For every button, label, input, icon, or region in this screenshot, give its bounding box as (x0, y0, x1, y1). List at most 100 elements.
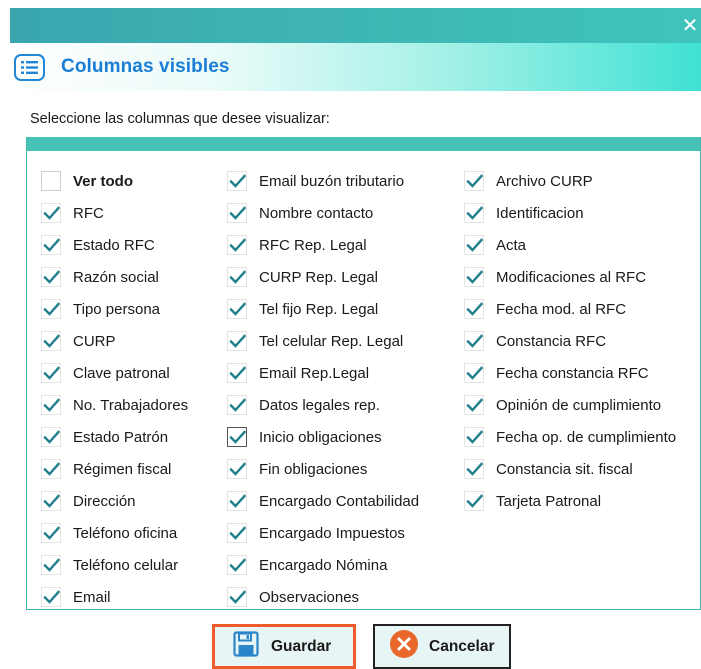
save-button[interactable]: Guardar (212, 624, 356, 669)
checkbox[interactable] (41, 555, 61, 575)
checkbox-item[interactable]: Email Rep.Legal (227, 357, 419, 389)
checkbox-item[interactable]: Email buzón tributario (227, 165, 419, 197)
checkbox-item[interactable]: Constancia sit. fiscal (464, 453, 676, 485)
checkbox-item[interactable]: CURP Rep. Legal (227, 261, 419, 293)
checkbox-item[interactable]: Constancia RFC (464, 325, 676, 357)
checkbox[interactable] (227, 395, 247, 415)
checkbox-item[interactable]: Fecha mod. al RFC (464, 293, 676, 325)
checkmark-icon (465, 494, 483, 508)
checkbox-item[interactable]: Tipo persona (41, 293, 188, 325)
checkmark-icon (42, 526, 60, 540)
checkbox-item[interactable]: Modificaciones al RFC (464, 261, 676, 293)
checkbox-label: Razón social (73, 268, 159, 286)
checkbox-label: Clave patronal (73, 364, 170, 382)
checkbox-item[interactable]: Inicio obligaciones (227, 421, 419, 453)
checkbox-item[interactable]: Archivo CURP (464, 165, 676, 197)
checkbox[interactable] (227, 587, 247, 607)
checkbox-column-2: Email buzón tributario Nombre contacto RFC… (227, 165, 419, 613)
checkbox-item[interactable]: Datos legales rep. (227, 389, 419, 421)
checkbox[interactable] (41, 171, 61, 191)
checkbox[interactable] (41, 267, 61, 287)
checkbox-item[interactable]: Teléfono oficina (41, 517, 188, 549)
checkbox-item[interactable]: Estado RFC (41, 229, 188, 261)
checkbox[interactable] (227, 267, 247, 287)
checkbox[interactable] (227, 235, 247, 255)
checkbox-label: CURP (73, 332, 116, 350)
checkbox[interactable] (464, 427, 484, 447)
checkbox[interactable] (464, 395, 484, 415)
checkbox-item[interactable]: Encargado Nómina (227, 549, 419, 581)
checkbox[interactable] (464, 363, 484, 383)
checkbox-item[interactable]: Clave patronal (41, 357, 188, 389)
checkbox-item[interactable]: CURP (41, 325, 188, 357)
checkbox-item[interactable]: Razón social (41, 261, 188, 293)
checkbox[interactable] (227, 523, 247, 543)
checkbox-item[interactable]: Opinión de cumplimiento (464, 389, 676, 421)
checkbox-item[interactable]: RFC Rep. Legal (227, 229, 419, 261)
checkbox[interactable] (227, 203, 247, 223)
cancel-button[interactable]: Cancelar (373, 624, 511, 669)
checkbox-item[interactable]: Ver todo (41, 165, 188, 197)
checkmark-icon (42, 462, 60, 476)
checkbox-item[interactable]: Fecha op. de cumplimiento (464, 421, 676, 453)
checkbox[interactable] (464, 299, 484, 319)
checkbox[interactable] (41, 235, 61, 255)
close-icon[interactable]: ✕ (679, 12, 701, 38)
checkbox[interactable] (227, 299, 247, 319)
checkbox-item[interactable]: Teléfono celular (41, 549, 188, 581)
checkbox-label: Encargado Impuestos (259, 524, 405, 542)
checkmark-icon (465, 334, 483, 348)
list-icon (14, 54, 45, 81)
checkbox[interactable] (41, 331, 61, 351)
checkbox[interactable] (464, 171, 484, 191)
checkbox-item[interactable]: Fecha constancia RFC (464, 357, 676, 389)
checkbox[interactable] (464, 459, 484, 479)
checkbox-item[interactable]: Identificacion (464, 197, 676, 229)
checkbox[interactable] (41, 427, 61, 447)
checkbox-label: Régimen fiscal (73, 460, 172, 478)
checkmark-icon (465, 398, 483, 412)
checkbox[interactable] (464, 267, 484, 287)
checkbox-label: Teléfono oficina (73, 524, 178, 542)
checkbox[interactable] (227, 491, 247, 511)
checkbox-item[interactable]: Dirección (41, 485, 188, 517)
checkbox[interactable] (227, 427, 247, 447)
checkbox-item[interactable]: Tel celular Rep. Legal (227, 325, 419, 357)
checkbox-item[interactable]: Email (41, 581, 188, 613)
checkbox-item[interactable]: Encargado Contabilidad (227, 485, 419, 517)
checkbox-item[interactable]: Régimen fiscal (41, 453, 188, 485)
checkbox-item[interactable]: No. Trabajadores (41, 389, 188, 421)
checkbox-item[interactable]: Tel fijo Rep. Legal (227, 293, 419, 325)
checkbox-item[interactable]: Fin obligaciones (227, 453, 419, 485)
checkbox[interactable] (464, 331, 484, 351)
checkbox[interactable] (41, 299, 61, 319)
checkbox[interactable] (227, 171, 247, 191)
checkbox[interactable] (41, 491, 61, 511)
checkbox-label: RFC Rep. Legal (259, 236, 367, 254)
checkbox[interactable] (227, 363, 247, 383)
checkbox[interactable] (464, 491, 484, 511)
checkmark-icon (42, 238, 60, 252)
checkbox[interactable] (41, 459, 61, 479)
checkbox[interactable] (41, 363, 61, 383)
checkbox[interactable] (227, 331, 247, 351)
checkbox-item[interactable]: RFC (41, 197, 188, 229)
checkbox[interactable] (41, 587, 61, 607)
checkbox-item[interactable]: Encargado Impuestos (227, 517, 419, 549)
checkbox-item[interactable]: Observaciones (227, 581, 419, 613)
checkbox-item[interactable]: Tarjeta Patronal (464, 485, 676, 517)
checkbox[interactable] (464, 203, 484, 223)
checkbox[interactable] (41, 523, 61, 543)
checkbox[interactable] (41, 203, 61, 223)
checkbox-label: CURP Rep. Legal (259, 268, 378, 286)
checkbox[interactable] (227, 555, 247, 575)
checkbox-item[interactable]: Acta (464, 229, 676, 261)
checkmark-icon (228, 526, 246, 540)
checkbox[interactable] (464, 235, 484, 255)
checkbox-item[interactable]: Estado Patrón (41, 421, 188, 453)
checkbox[interactable] (41, 395, 61, 415)
checkbox[interactable] (227, 459, 247, 479)
checkbox-label: Tel fijo Rep. Legal (259, 300, 379, 318)
checkbox-label: Tipo persona (73, 300, 160, 318)
checkbox-item[interactable]: Nombre contacto (227, 197, 419, 229)
